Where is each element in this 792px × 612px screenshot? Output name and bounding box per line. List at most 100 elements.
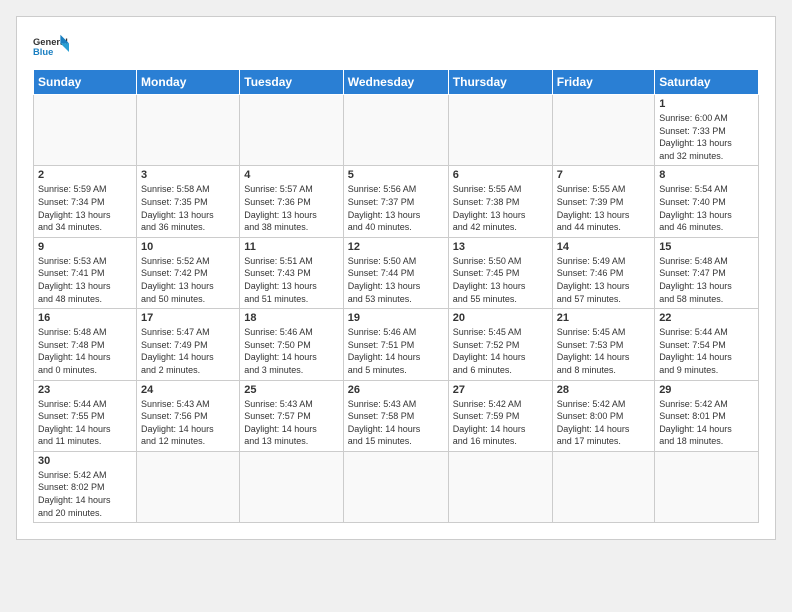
calendar-cell [240,451,343,522]
day-number: 11 [244,241,338,253]
cell-info: Sunrise: 5:52 AM Sunset: 7:42 PM Dayligh… [141,255,235,305]
calendar-cell [343,451,448,522]
calendar-cell [552,95,654,166]
calendar-cell: 18Sunrise: 5:46 AM Sunset: 7:50 PM Dayli… [240,309,343,380]
weekday-header-wednesday: Wednesday [343,70,448,95]
day-number: 9 [38,241,132,253]
cell-info: Sunrise: 5:48 AM Sunset: 7:47 PM Dayligh… [659,255,754,305]
day-number: 4 [244,169,338,181]
calendar-cell: 24 Sunrise: 5:43 AM Sunset: 7:56 PM Dayli… [137,380,240,451]
cell-info: Sunrise: 5:46 AM Sunset: 7:50 PM Dayligh… [244,326,338,376]
calendar-cell: 26Sunrise: 5:43 AM Sunset: 7:58 PM Dayli… [343,380,448,451]
weekday-header-tuesday: Tuesday [240,70,343,95]
calendar-cell: 20Sunrise: 5:45 AM Sunset: 7:52 PM Dayli… [448,309,552,380]
calendar-cell [137,451,240,522]
calendar-cell: 19 Sunrise: 5:46 AM Sunset: 7:51 PM Dayli… [343,309,448,380]
day-number: 1 [659,98,754,110]
day-number: 19 [348,312,444,324]
cell-info: Sunrise: 5:42 AM Sunset: 7:59 PM Dayligh… [453,398,548,448]
cell-info: Sunrise: 5:49 AM Sunset: 7:46 PM Dayligh… [557,255,650,305]
calendar-cell: 28 Sunrise: 5:42 AM Sunset: 8:00 PM Dayli… [552,380,654,451]
weekday-header-row: SundayMondayTuesdayWednesdayThursdayFrid… [34,70,759,95]
calendar-cell: 27 Sunrise: 5:42 AM Sunset: 7:59 PM Dayli… [448,380,552,451]
day-number: 29 [659,384,754,396]
day-number: 28 [557,384,650,396]
calendar-cell [343,95,448,166]
calendar-cell: 9 Sunrise: 5:53 AM Sunset: 7:41 PM Daylig… [34,237,137,308]
day-number: 17 [141,312,235,324]
day-number: 30 [38,455,132,467]
calendar: SundayMondayTuesdayWednesdayThursdayFrid… [33,69,759,523]
calendar-cell [34,95,137,166]
cell-info: Sunrise: 5:56 AM Sunset: 7:37 PM Dayligh… [348,183,444,233]
cell-info: Sunrise: 5:43 AM Sunset: 7:58 PM Dayligh… [348,398,444,448]
calendar-cell: 14 Sunrise: 5:49 AM Sunset: 7:46 PM Dayli… [552,237,654,308]
calendar-cell: 4 Sunrise: 5:57 AM Sunset: 7:36 PM Daylig… [240,166,343,237]
calendar-cell: 17Sunrise: 5:47 AM Sunset: 7:49 PM Dayli… [137,309,240,380]
cell-info: Sunrise: 5:53 AM Sunset: 7:41 PM Dayligh… [38,255,132,305]
cell-info: Sunrise: 5:43 AM Sunset: 7:57 PM Dayligh… [244,398,338,448]
day-number: 14 [557,241,650,253]
day-number: 10 [141,241,235,253]
cell-info: Sunrise: 5:55 AM Sunset: 7:38 PM Dayligh… [453,183,548,233]
day-number: 12 [348,241,444,253]
week-row-5: 30Sunrise: 5:42 AM Sunset: 8:02 PM Dayli… [34,451,759,522]
cell-info: Sunrise: 5:45 AM Sunset: 7:52 PM Dayligh… [453,326,548,376]
week-row-2: 9 Sunrise: 5:53 AM Sunset: 7:41 PM Daylig… [34,237,759,308]
calendar-cell: 5 Sunrise: 5:56 AM Sunset: 7:37 PM Daylig… [343,166,448,237]
cell-info: Sunrise: 5:58 AM Sunset: 7:35 PM Dayligh… [141,183,235,233]
day-number: 22 [659,312,754,324]
day-number: 3 [141,169,235,181]
calendar-cell [552,451,654,522]
calendar-cell: 11Sunrise: 5:51 AM Sunset: 7:43 PM Dayli… [240,237,343,308]
day-number: 7 [557,169,650,181]
week-row-4: 23 Sunrise: 5:44 AM Sunset: 7:55 PM Dayli… [34,380,759,451]
weekday-header-friday: Friday [552,70,654,95]
day-number: 24 [141,384,235,396]
cell-info: Sunrise: 5:46 AM Sunset: 7:51 PM Dayligh… [348,326,444,376]
cell-info: Sunrise: 5:50 AM Sunset: 7:44 PM Dayligh… [348,255,444,305]
week-row-0: 1 Sunrise: 6:00 AM Sunset: 7:33 PM Daylig… [34,95,759,166]
calendar-cell: 8 Sunrise: 5:54 AM Sunset: 7:40 PM Daylig… [655,166,759,237]
calendar-cell [448,95,552,166]
cell-info: Sunrise: 5:57 AM Sunset: 7:36 PM Dayligh… [244,183,338,233]
day-number: 23 [38,384,132,396]
cell-info: Sunrise: 5:54 AM Sunset: 7:40 PM Dayligh… [659,183,754,233]
week-row-3: 16Sunrise: 5:48 AM Sunset: 7:48 PM Dayli… [34,309,759,380]
calendar-cell: 3 Sunrise: 5:58 AM Sunset: 7:35 PM Daylig… [137,166,240,237]
logo: General Blue [33,33,69,61]
day-number: 27 [453,384,548,396]
calendar-cell: 21 Sunrise: 5:45 AM Sunset: 7:53 PM Dayli… [552,309,654,380]
calendar-cell: 7Sunrise: 5:55 AM Sunset: 7:39 PM Daylig… [552,166,654,237]
day-number: 21 [557,312,650,324]
calendar-cell: 2Sunrise: 5:59 AM Sunset: 7:34 PM Daylig… [34,166,137,237]
calendar-cell [655,451,759,522]
cell-info: Sunrise: 5:43 AM Sunset: 7:56 PM Dayligh… [141,398,235,448]
cell-info: Sunrise: 5:44 AM Sunset: 7:54 PM Dayligh… [659,326,754,376]
day-number: 8 [659,169,754,181]
calendar-cell [240,95,343,166]
day-number: 6 [453,169,548,181]
cell-info: Sunrise: 5:44 AM Sunset: 7:55 PM Dayligh… [38,398,132,448]
calendar-cell: 30Sunrise: 5:42 AM Sunset: 8:02 PM Dayli… [34,451,137,522]
calendar-cell: 16Sunrise: 5:48 AM Sunset: 7:48 PM Dayli… [34,309,137,380]
calendar-cell: 25Sunrise: 5:43 AM Sunset: 7:57 PM Dayli… [240,380,343,451]
calendar-cell: 6 Sunrise: 5:55 AM Sunset: 7:38 PM Daylig… [448,166,552,237]
calendar-cell: 22 Sunrise: 5:44 AM Sunset: 7:54 PM Dayli… [655,309,759,380]
cell-info: Sunrise: 5:42 AM Sunset: 8:00 PM Dayligh… [557,398,650,448]
weekday-header-saturday: Saturday [655,70,759,95]
calendar-cell: 23 Sunrise: 5:44 AM Sunset: 7:55 PM Dayli… [34,380,137,451]
calendar-cell: 15Sunrise: 5:48 AM Sunset: 7:47 PM Dayli… [655,237,759,308]
calendar-cell: 13Sunrise: 5:50 AM Sunset: 7:45 PM Dayli… [448,237,552,308]
cell-info: Sunrise: 5:50 AM Sunset: 7:45 PM Dayligh… [453,255,548,305]
calendar-cell [448,451,552,522]
day-number: 16 [38,312,132,324]
day-number: 5 [348,169,444,181]
calendar-cell [137,95,240,166]
svg-text:Blue: Blue [33,47,53,57]
week-row-1: 2Sunrise: 5:59 AM Sunset: 7:34 PM Daylig… [34,166,759,237]
calendar-cell: 29Sunrise: 5:42 AM Sunset: 8:01 PM Dayli… [655,380,759,451]
weekday-header-sunday: Sunday [34,70,137,95]
cell-info: Sunrise: 5:45 AM Sunset: 7:53 PM Dayligh… [557,326,650,376]
cell-info: Sunrise: 6:00 AM Sunset: 7:33 PM Dayligh… [659,112,754,162]
